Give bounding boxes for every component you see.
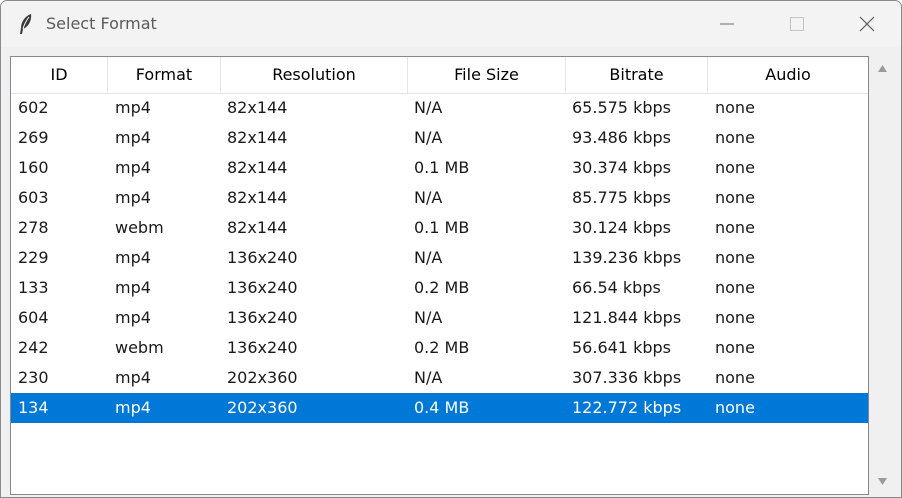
bitrate-cell: 65.575 kbps: [572, 98, 671, 117]
id-cell: 160: [18, 158, 49, 177]
id-cell: 602: [18, 98, 49, 117]
resolution-cell: 82x144: [227, 218, 288, 237]
file-size-cell: N/A: [414, 368, 443, 387]
scroll-down-button[interactable]: [870, 469, 895, 495]
id-cell: 229: [18, 248, 49, 267]
resolution-cell: 202x360: [227, 398, 298, 417]
column-header-resolution[interactable]: Resolution: [221, 57, 408, 93]
resolution-cell: 82x144: [227, 98, 288, 117]
id-cell: 133: [18, 278, 49, 297]
table-body: 602 mp4 82x144 N/A 65.575 kbps none 269 mp4 82x1…: [11, 93, 868, 423]
id-cell: 230: [18, 368, 49, 387]
format-table[interactable]: ID Format Resolution File Size Bitrate A…: [10, 56, 869, 495]
table-row[interactable]: 269 mp4 82x144 N/A 93.486 kbps none: [11, 123, 868, 153]
audio-cell: none: [715, 218, 755, 237]
format-cell: mp4: [115, 158, 151, 177]
file-size-cell: 0.2 MB: [414, 338, 470, 357]
file-size-cell: N/A: [414, 128, 443, 147]
file-size-cell: 0.2 MB: [414, 278, 470, 297]
id-cell: 134: [18, 398, 49, 417]
bitrate-cell: 122.772 kbps: [572, 398, 682, 417]
scroll-up-button[interactable]: [870, 56, 895, 82]
file-size-cell: 0.4 MB: [414, 398, 470, 417]
audio-cell: none: [715, 398, 755, 417]
bitrate-cell: 56.641 kbps: [572, 338, 671, 357]
table-header: ID Format Resolution File Size Bitrate A…: [11, 57, 868, 94]
table-row[interactable]: 133 mp4 136x240 0.2 MB 66.54 kbps none: [11, 273, 868, 303]
audio-cell: none: [715, 188, 755, 207]
resolution-cell: 136x240: [227, 248, 298, 267]
table-row[interactable]: 230 mp4 202x360 N/A 307.336 kbps none: [11, 363, 868, 393]
bitrate-cell: 139.236 kbps: [572, 248, 682, 267]
table-row[interactable]: 229 mp4 136x240 N/A 139.236 kbps none: [11, 243, 868, 273]
column-header-id[interactable]: ID: [11, 57, 108, 93]
resolution-cell: 136x240: [227, 338, 298, 357]
format-cell: mp4: [115, 128, 151, 147]
format-cell: mp4: [115, 278, 151, 297]
audio-cell: none: [715, 98, 755, 117]
column-header-bitrate[interactable]: Bitrate: [566, 57, 708, 93]
audio-cell: none: [715, 368, 755, 387]
file-size-cell: N/A: [414, 98, 443, 117]
window-title: Select Format: [46, 14, 157, 33]
audio-cell: none: [715, 338, 755, 357]
table-row[interactable]: 160 mp4 82x144 0.1 MB 30.374 kbps none: [11, 153, 868, 183]
table-row[interactable]: 602 mp4 82x144 N/A 65.575 kbps none: [11, 93, 868, 123]
file-size-cell: N/A: [414, 308, 443, 327]
select-format-window: Select Format ID Format Resolution File …: [0, 0, 902, 498]
audio-cell: none: [715, 308, 755, 327]
id-cell: 269: [18, 128, 49, 147]
resolution-cell: 136x240: [227, 278, 298, 297]
bitrate-cell: 30.374 kbps: [572, 158, 671, 177]
file-size-cell: 0.1 MB: [414, 218, 470, 237]
file-size-cell: 0.1 MB: [414, 158, 470, 177]
column-header-format[interactable]: Format: [108, 57, 221, 93]
file-size-cell: N/A: [414, 248, 443, 267]
resolution-cell: 136x240: [227, 308, 298, 327]
bitrate-cell: 85.775 kbps: [572, 188, 671, 207]
maximize-button[interactable]: [762, 1, 832, 47]
bitrate-cell: 30.124 kbps: [572, 218, 671, 237]
bitrate-cell: 121.844 kbps: [572, 308, 682, 327]
title-bar[interactable]: Select Format: [1, 1, 901, 47]
resolution-cell: 82x144: [227, 128, 288, 147]
format-cell: mp4: [115, 398, 151, 417]
column-header-audio[interactable]: Audio: [708, 57, 868, 93]
vertical-scrollbar[interactable]: [870, 56, 895, 495]
id-cell: 278: [18, 218, 49, 237]
format-cell: mp4: [115, 308, 151, 327]
bitrate-cell: 66.54 kbps: [572, 278, 661, 297]
minimize-button[interactable]: [692, 1, 762, 47]
feather-icon: [17, 13, 35, 35]
format-cell: mp4: [115, 188, 151, 207]
bitrate-cell: 307.336 kbps: [572, 368, 682, 387]
table-row[interactable]: 242 webm 136x240 0.2 MB 56.641 kbps none: [11, 333, 868, 363]
format-cell: mp4: [115, 248, 151, 267]
id-cell: 603: [18, 188, 49, 207]
resolution-cell: 202x360: [227, 368, 298, 387]
id-cell: 604: [18, 308, 49, 327]
bitrate-cell: 93.486 kbps: [572, 128, 671, 147]
resolution-cell: 82x144: [227, 188, 288, 207]
audio-cell: none: [715, 128, 755, 147]
format-cell: webm: [115, 338, 164, 357]
audio-cell: none: [715, 158, 755, 177]
table-row[interactable]: 603 mp4 82x144 N/A 85.775 kbps none: [11, 183, 868, 213]
format-cell: mp4: [115, 98, 151, 117]
table-row[interactable]: 604 mp4 136x240 N/A 121.844 kbps none: [11, 303, 868, 333]
format-cell: webm: [115, 218, 164, 237]
close-button[interactable]: [832, 1, 901, 47]
format-cell: mp4: [115, 368, 151, 387]
table-row[interactable]: 278 webm 82x144 0.1 MB 30.124 kbps none: [11, 213, 868, 243]
resolution-cell: 82x144: [227, 158, 288, 177]
table-row[interactable]: 134 mp4 202x360 0.4 MB 122.772 kbps none: [11, 393, 868, 423]
audio-cell: none: [715, 278, 755, 297]
id-cell: 242: [18, 338, 49, 357]
file-size-cell: N/A: [414, 188, 443, 207]
audio-cell: none: [715, 248, 755, 267]
window-content: ID Format Resolution File Size Bitrate A…: [1, 47, 901, 497]
column-header-file-size[interactable]: File Size: [408, 57, 566, 93]
